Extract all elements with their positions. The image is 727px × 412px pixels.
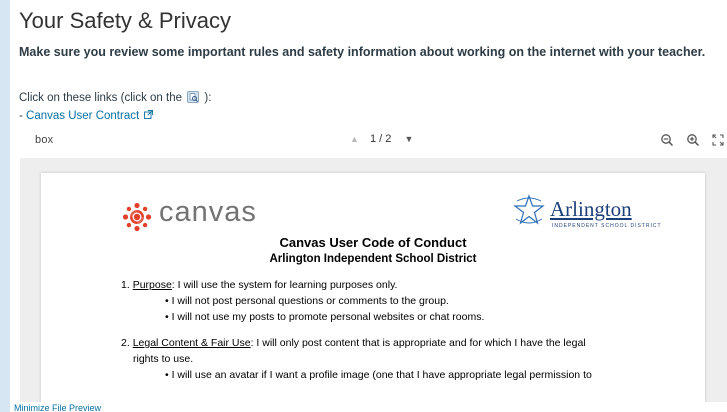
- box-brand: box: [35, 134, 54, 146]
- item-number: 1.: [121, 279, 130, 291]
- bullet-item: • I will not post personal questions or …: [165, 295, 449, 307]
- item-text: : I will only post content that is appro…: [250, 337, 586, 349]
- item-number: 2.: [121, 337, 130, 349]
- instructions-before: Click on these links (click on the: [19, 92, 182, 104]
- page-title: Your Safety & Privacy: [19, 8, 231, 33]
- canvas-user-contract-link[interactable]: Canvas User Contract: [26, 110, 139, 122]
- document-title: Canvas User Code of Conduct: [279, 235, 467, 250]
- contract-link-line: - Canvas User Contract: [19, 110, 154, 122]
- arlington-star-icon: [511, 193, 547, 234]
- external-link-icon[interactable]: [144, 110, 154, 119]
- zoom-out-icon[interactable]: [660, 133, 674, 147]
- list-item: 1. Purpose: I will use the system for le…: [121, 277, 681, 293]
- link-dash: -: [19, 110, 23, 122]
- content-page: Your Safety & Privacy Make sure you revi…: [10, 0, 727, 412]
- item-text: : I will use the system for learning pur…: [171, 279, 398, 291]
- list-item: 2. Legal Content & Fair Use: I will only…: [121, 335, 681, 351]
- arlington-logo-subtext: INDEPENDENT SCHOOL DISTRICT: [552, 223, 662, 229]
- bullet-text: I will use an avatar if I want a profile…: [171, 369, 592, 381]
- bullet-text: I will not use my posts to promote perso…: [171, 311, 485, 323]
- document-body: 1. Purpose: I will use the system for le…: [121, 277, 681, 383]
- canvas-logo-text: canvas: [159, 196, 257, 228]
- document-page: canvas Arlington INDEPENDENT SCHOOL DIST…: [41, 173, 705, 402]
- instructions-after: ):: [204, 92, 212, 104]
- item-heading: Purpose: [132, 279, 172, 291]
- file-preview-icon: [187, 91, 200, 103]
- page-subtitle: Make sure you review some important rule…: [19, 45, 706, 59]
- chevron-up-icon[interactable]: ▲: [350, 134, 359, 144]
- document-subtitle: Arlington Independent School District: [269, 253, 477, 265]
- zoom-in-icon[interactable]: [686, 133, 700, 147]
- bullet-item: • I will not use my posts to promote per…: [165, 311, 485, 323]
- fullscreen-icon[interactable]: [712, 133, 726, 147]
- arlington-logo-text: Arlington: [550, 197, 632, 221]
- chevron-down-icon[interactable]: ▼: [404, 134, 413, 144]
- bullet-item: • I will use an avatar if I want a profi…: [165, 369, 592, 381]
- item-heading: Legal Content & Fair Use: [132, 337, 251, 349]
- canvas-logo-icon: [121, 201, 153, 238]
- bullet-text: I will not post personal questions or co…: [171, 295, 449, 307]
- preview-toolbar: box ▲ 1 / 2 ▼: [20, 126, 727, 156]
- instructions-text: Click on these links (click on the ):: [19, 91, 211, 104]
- page-navigation: ▲ 1 / 2 ▼: [350, 133, 413, 145]
- item-continuation: rights to use.: [133, 353, 194, 365]
- file-preview-frame[interactable]: canvas Arlington INDEPENDENT SCHOOL DIST…: [20, 158, 727, 402]
- page-indicator: 1 / 2: [369, 133, 392, 145]
- minimize-file-preview-link[interactable]: Minimize File Preview: [14, 403, 101, 412]
